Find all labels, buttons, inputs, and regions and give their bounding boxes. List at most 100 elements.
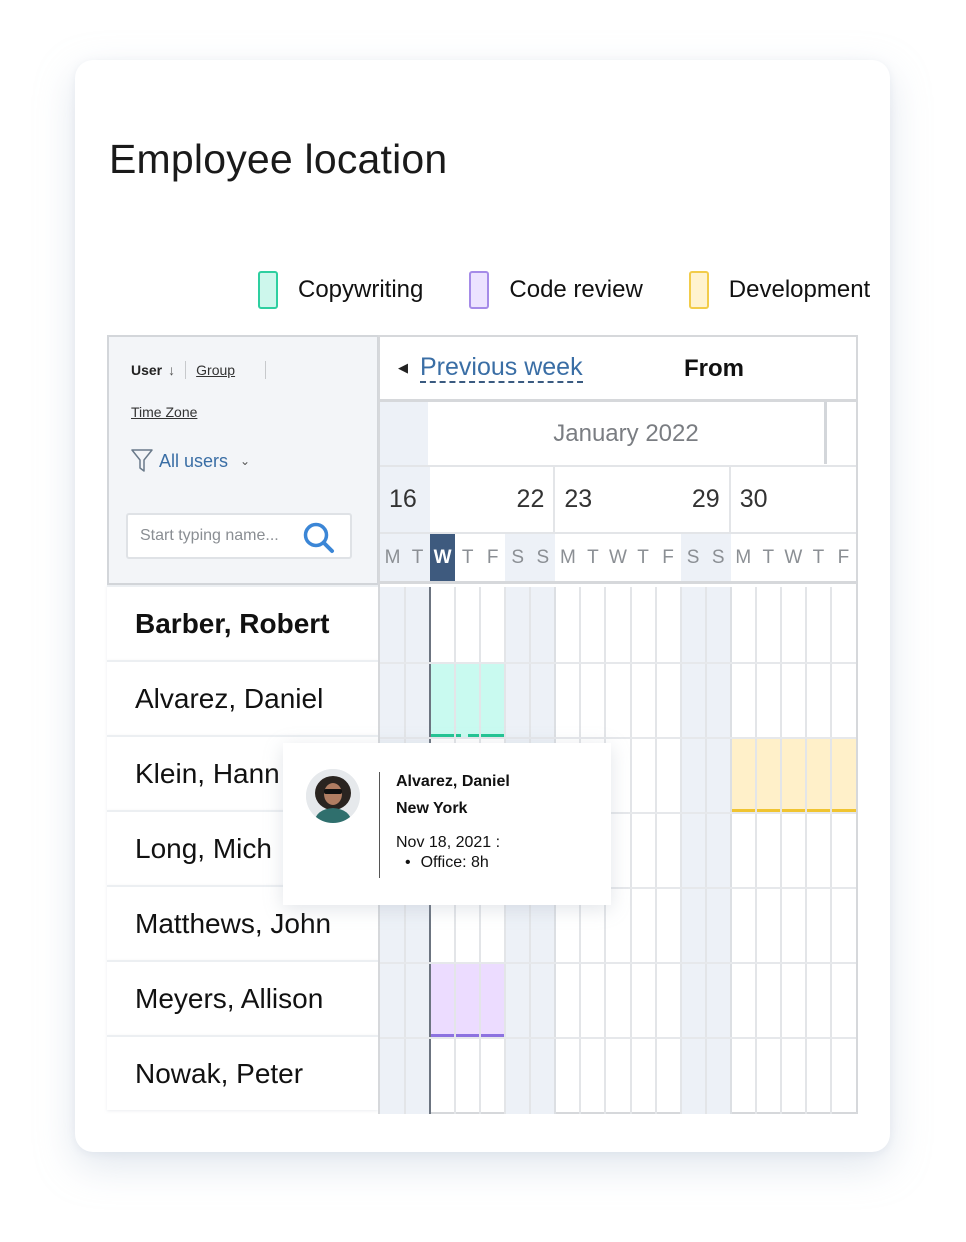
assignment-bar-development[interactable]: [730, 739, 856, 812]
avatar: [306, 769, 360, 823]
triangle-left-icon: ◀: [398, 360, 408, 375]
day-letters-header: MTWTFSSMTWTFSSMTWTF: [380, 534, 856, 584]
tooltip-entry-text: Office: 8h: [420, 854, 489, 871]
employee-row[interactable]: Nowak, Peter: [107, 1035, 378, 1110]
from-label: From: [684, 355, 744, 382]
schedule-table: User ↓ Group Time Zone All users ⌄ Barbe…: [107, 335, 858, 1114]
column-divider: [804, 587, 807, 1114]
previous-week-button[interactable]: ◀ Previous week: [398, 353, 583, 383]
code-review-swatch-icon: [469, 271, 490, 309]
day-header[interactable]: T: [806, 534, 831, 581]
column-divider: [629, 587, 632, 1114]
shaded-column: [680, 587, 706, 1114]
employee-name: Long, Mich: [135, 832, 272, 864]
legend-label: Code review: [509, 276, 643, 303]
divider: [824, 402, 827, 464]
shaded-column: [705, 587, 731, 1114]
day-header[interactable]: S: [505, 534, 531, 581]
week-dates-header: 16 22 23 29 30: [380, 467, 856, 534]
row-divider: [380, 737, 856, 739]
timezone-link[interactable]: Time Zone: [131, 404, 197, 420]
column-divider: [654, 587, 657, 1114]
day-header[interactable]: M: [731, 534, 756, 581]
day-header[interactable]: F: [831, 534, 856, 581]
day-header[interactable]: S: [705, 534, 731, 581]
shaded-column: [380, 402, 428, 465]
tooltip-name: Alvarez, Daniel: [396, 773, 510, 790]
week-header-cell: 16 22: [380, 467, 556, 532]
employee-name: Matthews, John: [135, 907, 332, 939]
day-header[interactable]: T: [756, 534, 781, 581]
column-divider: [829, 587, 832, 1114]
month-label: January 2022: [553, 420, 699, 447]
assignment-bar-code-review[interactable]: [430, 964, 506, 1037]
group-link[interactable]: Group: [196, 362, 235, 378]
employee-name: Meyers, Allison: [135, 982, 324, 1014]
filter-label: All users: [159, 450, 229, 471]
legend-label: Development: [728, 276, 871, 303]
day-header[interactable]: F: [480, 534, 505, 581]
legend-item-copywriting: Copywriting: [258, 271, 423, 309]
legend: Copywriting Code review Development: [258, 270, 870, 310]
employee-row[interactable]: Barber, Robert: [107, 585, 378, 660]
row-divider: [380, 662, 856, 664]
avatar-portrait-icon: [306, 769, 360, 823]
employee-row[interactable]: Alvarez, Daniel: [107, 660, 378, 735]
day-header[interactable]: S: [530, 534, 556, 581]
legend-item-code-review: Code review: [469, 271, 643, 309]
week-start-date: 23: [564, 485, 593, 513]
chevron-down-icon: ⌄: [240, 454, 251, 468]
legend-label: Copywriting: [298, 276, 424, 303]
copywriting-swatch-icon: [258, 271, 278, 309]
week-start-date: 30: [739, 485, 768, 513]
row-divider: [380, 1037, 856, 1039]
week-start-date: 16: [389, 485, 417, 513]
arrow-down-icon[interactable]: ↓: [168, 362, 175, 378]
day-header[interactable]: S: [680, 534, 706, 581]
sort-by-user-button[interactable]: User: [131, 362, 162, 378]
tooltip-entry: • Office: 8h: [405, 854, 489, 871]
employee-name: Nowak, Peter: [135, 1057, 304, 1089]
tooltip-city: New York: [396, 800, 468, 817]
column-divider: [729, 587, 732, 1114]
week-header-cell: 30: [731, 467, 856, 532]
search-icon[interactable]: [302, 521, 336, 555]
employee-tooltip: Alvarez, Daniel New York Nov 18, 2021 : …: [283, 743, 611, 905]
column-divider: [679, 587, 682, 1114]
sort-row: User ↓ Group: [131, 361, 276, 379]
day-header[interactable]: F: [656, 534, 681, 581]
day-header[interactable]: T: [455, 534, 480, 581]
calendar-nav: ◀ Previous week From: [380, 337, 856, 402]
filter-icon: [131, 449, 153, 472]
day-header[interactable]: W: [781, 534, 806, 581]
search-input[interactable]: [140, 527, 300, 545]
month-header: January 2022: [380, 402, 856, 467]
user-filter-dropdown[interactable]: All users ⌄: [131, 449, 250, 473]
week-end-date: 29: [691, 485, 720, 513]
divider: [379, 772, 380, 878]
controls-panel: User ↓ Group Time Zone All users ⌄: [107, 335, 379, 585]
day-header[interactable]: T: [580, 534, 605, 581]
day-header[interactable]: M: [555, 534, 580, 581]
legend-item-development: Development: [688, 271, 871, 309]
column-divider: [779, 587, 782, 1114]
assignment-bar-copywriting[interactable]: [430, 664, 506, 737]
divider: [265, 361, 267, 379]
today-day-header[interactable]: W: [430, 534, 456, 581]
tooltip-date: Nov 18, 2021 :: [396, 834, 501, 851]
day-header[interactable]: M: [380, 534, 406, 581]
divider: [185, 361, 187, 379]
column-divider: [754, 587, 757, 1114]
day-header[interactable]: W: [605, 534, 630, 581]
employee-name: Alvarez, Daniel: [135, 682, 324, 714]
employee-name: Klein, Hann: [135, 757, 280, 789]
search-field[interactable]: [126, 513, 352, 559]
development-swatch-icon: [688, 271, 709, 309]
previous-week-label: Previous week: [420, 353, 583, 383]
column-divider: [704, 587, 707, 1114]
day-header[interactable]: T: [631, 534, 656, 581]
employee-row[interactable]: Meyers, Allison: [107, 960, 378, 1035]
day-header[interactable]: T: [405, 534, 431, 581]
row-divider: [380, 962, 856, 964]
calendar-grid: ◀ Previous week From January 2022 16 22 23…: [378, 335, 858, 1114]
